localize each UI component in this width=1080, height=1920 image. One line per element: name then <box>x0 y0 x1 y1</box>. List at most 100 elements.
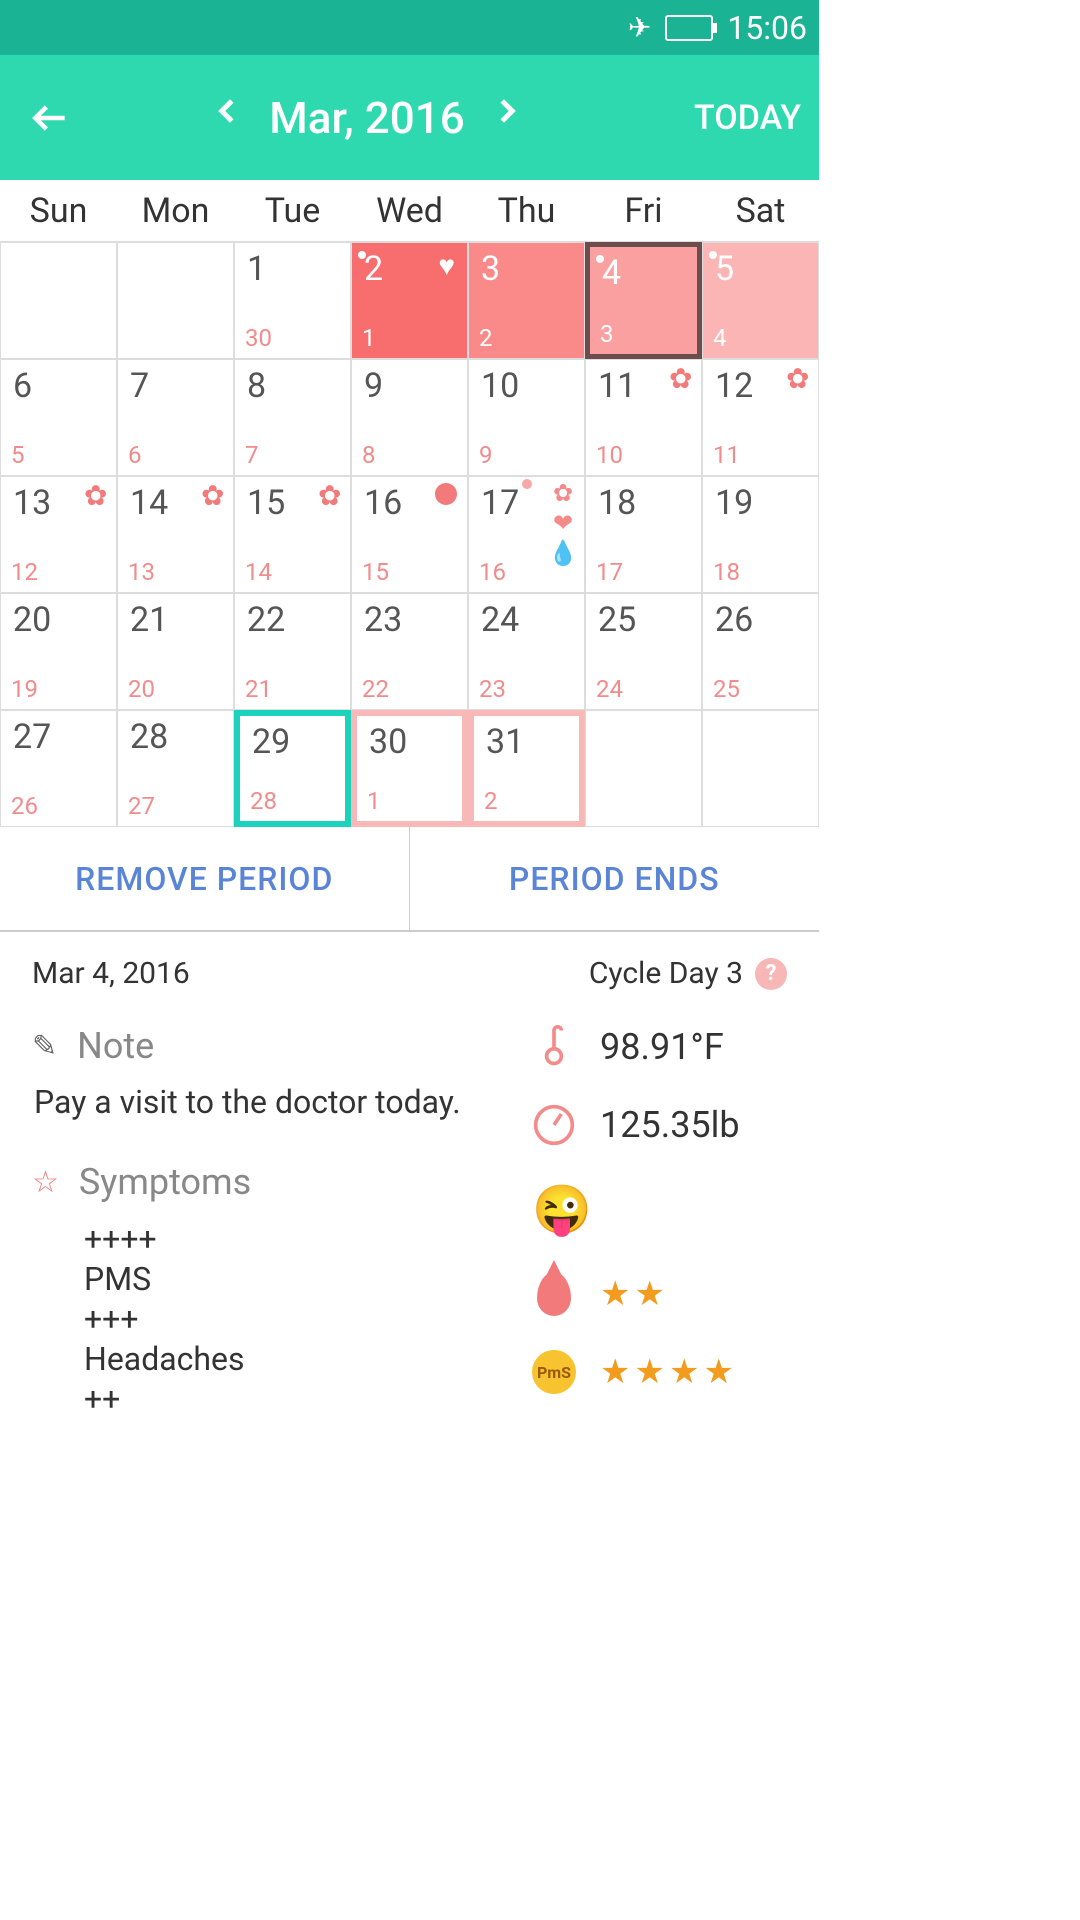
calendar-day <box>0 242 117 359</box>
thermometer-icon <box>532 1025 576 1069</box>
note-title: Note <box>77 1025 154 1067</box>
calendar-day[interactable]: 2625 <box>702 593 819 710</box>
pms-stat[interactable]: PmS ★★★★ <box>532 1350 787 1394</box>
calendar-day[interactable]: 1312✿ <box>0 476 117 593</box>
calendar-day[interactable]: 1918 <box>702 476 819 593</box>
calendar-day[interactable]: 109 <box>468 359 585 476</box>
cycle-number: 24 <box>596 675 623 703</box>
weight-stat[interactable]: 125.35lb <box>532 1103 787 1147</box>
calendar-day[interactable]: 28 27 <box>117 710 234 827</box>
calendar-day[interactable]: 1817 <box>585 476 702 593</box>
calendar-day[interactable]: 2019 <box>0 593 117 710</box>
cycle-number: 25 <box>713 675 740 703</box>
calendar-day[interactable]: 25 24 <box>585 593 702 710</box>
cycle-number: 5 <box>11 441 25 469</box>
flow-stat[interactable]: ★★ <box>532 1272 787 1316</box>
day-number: 25 <box>598 600 636 640</box>
fertile-flower-icon: ✿ <box>669 362 695 388</box>
chevron-left-icon <box>213 88 243 134</box>
calendar-day <box>702 710 819 827</box>
calendar-day[interactable]: 1615 <box>351 476 468 593</box>
day-number: 19 <box>715 483 753 523</box>
month-title[interactable]: Mar, 2016 <box>269 92 465 144</box>
day-of-week-row: SunMonTueWedThuFriSat <box>0 180 819 242</box>
calendar-day[interactable]: 14 13 ✿ <box>117 476 234 593</box>
mood-stat[interactable]: 😜 <box>532 1181 787 1238</box>
day-number: 5 <box>715 249 734 289</box>
cycle-number: 27 <box>128 792 155 820</box>
status-bar: ✈ 15:06 <box>0 0 819 55</box>
battery-icon <box>665 15 713 41</box>
calendar-day[interactable]: 29 28 <box>234 710 351 827</box>
calendar-day[interactable]: 312 <box>468 710 585 827</box>
calendar-day[interactable]: 21♥ <box>351 242 468 359</box>
day-number: 14 <box>130 483 168 523</box>
temperature-stat[interactable]: 98.91°F <box>532 1025 787 1069</box>
day-number: 17 <box>481 483 519 523</box>
cycle-number: 11 <box>713 441 740 469</box>
calendar-day[interactable]: 1514✿ <box>234 476 351 593</box>
calendar-day[interactable]: 32 <box>468 242 585 359</box>
day-number: 3 <box>481 249 500 289</box>
star-outline-icon: ☆ <box>32 1165 59 1200</box>
cycle-number: 12 <box>11 558 38 586</box>
next-month-button[interactable] <box>491 88 521 147</box>
mini-icon: 💧 <box>548 539 578 567</box>
symptoms-section-header[interactable]: ☆ Symptoms <box>32 1161 502 1203</box>
calendar-day[interactable]: 98 <box>351 359 468 476</box>
detail-date: Mar 4, 2016 <box>32 956 190 991</box>
cycle-number: 21 <box>245 675 272 703</box>
calendar-day[interactable]: 2322 <box>351 593 468 710</box>
day-number: 1 <box>247 249 266 289</box>
small-dot-icon <box>522 479 532 489</box>
dow-label: Tue <box>234 180 351 241</box>
pencil-icon: ✎ <box>32 1029 57 1064</box>
mood-emoji-icon: 😜 <box>532 1181 592 1238</box>
period-ends-button[interactable]: PERIOD ENDS <box>410 827 820 930</box>
help-icon[interactable]: ? <box>755 958 787 990</box>
note-section-header[interactable]: ✎ Note <box>32 1025 502 1067</box>
fertile-flower-icon: ✿ <box>84 479 110 505</box>
symptom-line: ++++ <box>84 1219 502 1259</box>
day-number: 24 <box>481 600 519 640</box>
remove-period-button[interactable]: REMOVE PERIOD <box>0 827 410 930</box>
dow-label: Mon <box>117 180 234 241</box>
calendar-day[interactable]: 301 <box>351 710 468 827</box>
symptoms-title: Symptoms <box>79 1161 251 1203</box>
today-button[interactable]: TODAY <box>694 98 819 138</box>
indicator-dot <box>709 251 717 259</box>
calendar-day[interactable]: 43 <box>585 242 702 359</box>
fertile-flower-icon: ✿ <box>786 362 812 388</box>
day-number: 2 <box>364 249 383 289</box>
calendar-day[interactable]: 1110✿ <box>585 359 702 476</box>
mini-icon: ✿ <box>553 479 573 507</box>
calendar-day[interactable]: 2120 <box>117 593 234 710</box>
calendar-day[interactable]: 130 <box>234 242 351 359</box>
prev-month-button[interactable] <box>213 88 243 147</box>
symptom-list: ++++PMS+++Headaches++ <box>84 1219 502 1419</box>
fertile-flower-icon: ✿ <box>201 479 227 505</box>
cycle-number: 13 <box>128 558 155 586</box>
calendar-day[interactable]: 87 <box>234 359 351 476</box>
calendar-day[interactable]: 1716✿❤💧 <box>468 476 585 593</box>
airplane-mode-icon: ✈ <box>628 11 651 44</box>
day-number: 10 <box>481 366 519 406</box>
symptom-line: +++ <box>84 1299 502 1339</box>
dow-label: Sat <box>702 180 819 241</box>
calendar-day[interactable]: 2221 <box>234 593 351 710</box>
calendar-day[interactable]: 1211✿ <box>702 359 819 476</box>
day-number: 11 <box>598 366 636 406</box>
day-number: 29 <box>252 722 290 762</box>
cycle-number: 28 <box>250 787 277 815</box>
calendar-day[interactable]: 76 <box>117 359 234 476</box>
calendar-day[interactable]: 54 <box>702 242 819 359</box>
cycle-number: 6 <box>128 441 142 469</box>
dow-label: Wed <box>351 180 468 241</box>
calendar-day[interactable]: 2726 <box>0 710 117 827</box>
dow-label: Sun <box>0 180 117 241</box>
symptom-line: Headaches <box>84 1339 502 1379</box>
calendar-day[interactable]: 2423 <box>468 593 585 710</box>
day-number: 28 <box>130 717 168 757</box>
calendar-day[interactable]: 65 <box>0 359 117 476</box>
cycle-number: 22 <box>362 675 389 703</box>
